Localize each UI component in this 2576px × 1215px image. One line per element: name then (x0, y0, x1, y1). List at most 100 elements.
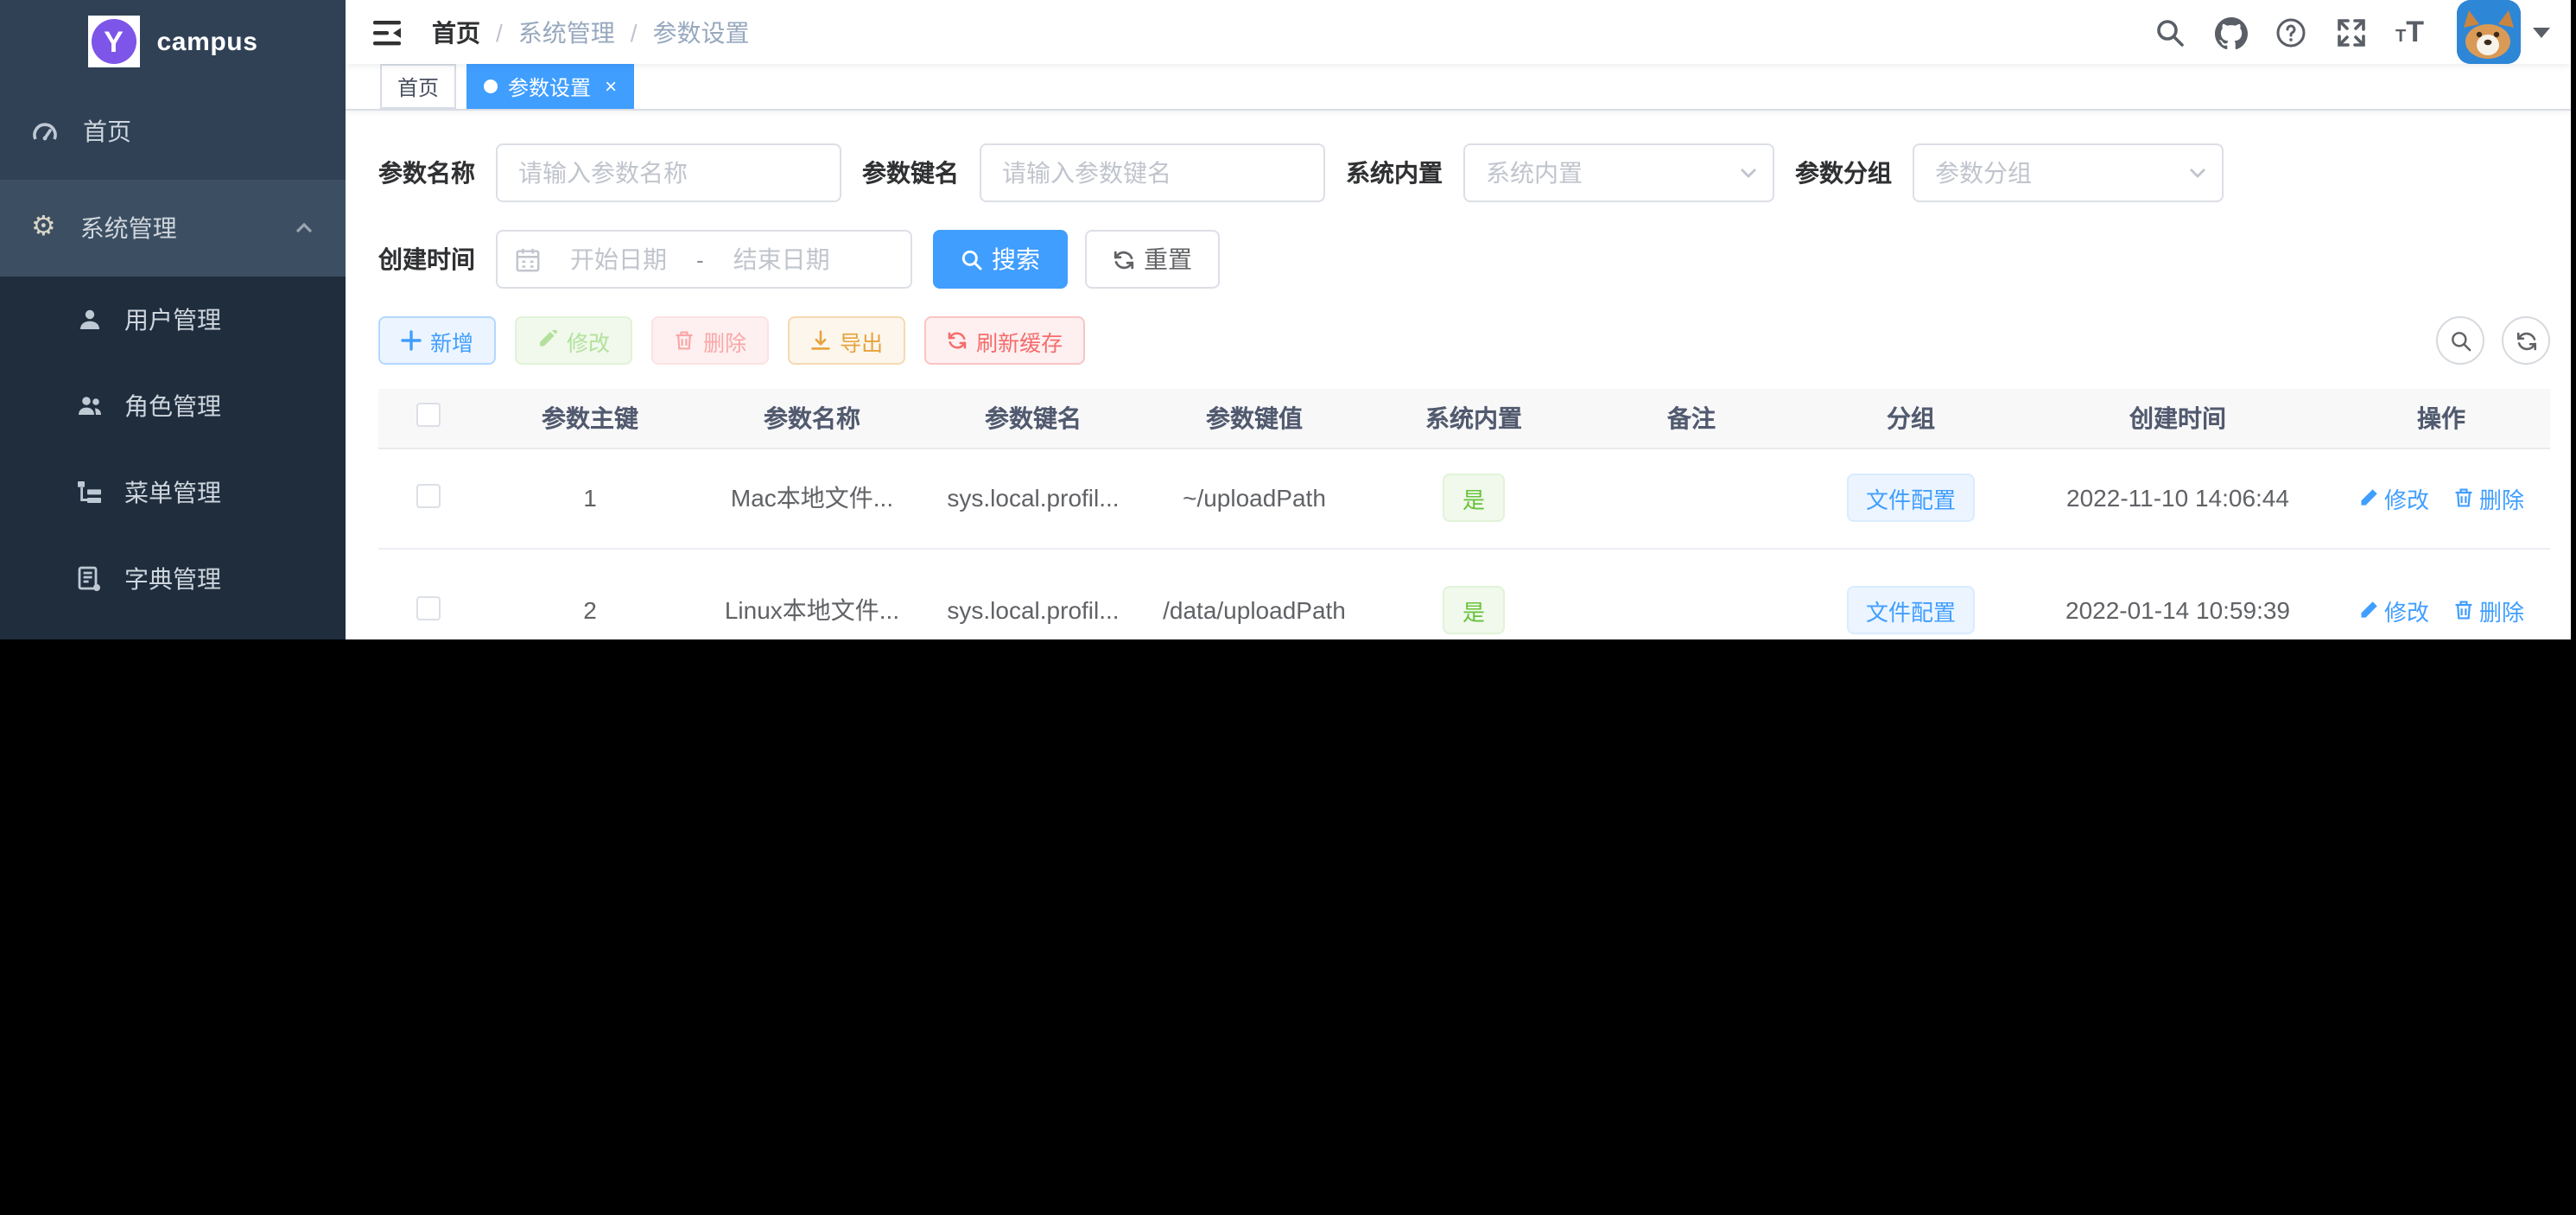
sidebar-fold-icon[interactable] (370, 15, 404, 49)
col-param-name: 参数名称 (703, 389, 921, 448)
font-size-icon[interactable]: TT (2395, 17, 2424, 47)
toggle-search-button[interactable] (2436, 316, 2484, 365)
dashboard-icon (31, 118, 59, 145)
end-date-input[interactable] (711, 245, 853, 273)
tab-home[interactable]: 首页 (380, 64, 456, 109)
sidebar-item-label: 用户管理 (124, 302, 221, 337)
edit-icon (537, 330, 558, 351)
main-area: 首页 / 系统管理 / 参数设置 (346, 0, 2571, 639)
cell-param-id: 2 (477, 548, 703, 639)
edit-button[interactable]: 修改 (515, 316, 632, 365)
builtin-label: 系统内置 (1346, 156, 1443, 190)
caret-down-icon (2533, 27, 2550, 37)
github-icon[interactable] (2214, 16, 2245, 48)
chevron-up-icon (294, 218, 314, 239)
col-param-id: 参数主键 (477, 389, 703, 448)
builtin-tag: 是 (1443, 586, 1504, 634)
header-search-icon[interactable] (2154, 16, 2185, 48)
table-header-row: 参数主键 参数名称 参数键名 参数键值 系统内置 备注 分组 创建时间 操作 (378, 389, 2550, 448)
sidebar-item-menus[interactable]: 菜单管理 (0, 449, 346, 536)
table-tools (2436, 316, 2550, 365)
export-button[interactable]: 导出 (788, 316, 905, 365)
row-delete-link[interactable]: 删除 (2453, 481, 2524, 514)
row-checkbox[interactable] (416, 595, 440, 620)
plus-icon (401, 330, 422, 351)
date-range-picker[interactable]: - (496, 230, 912, 289)
sidebar-item-users[interactable]: 用户管理 (0, 277, 346, 363)
param-key-input[interactable] (980, 143, 1325, 202)
select-all-checkbox[interactable] (416, 404, 440, 428)
table-toolbar: 新增 修改 删除 导出 (378, 316, 2550, 365)
refresh-icon (947, 330, 968, 351)
group-select-input[interactable] (1913, 143, 2224, 202)
cell-remark (1584, 448, 1799, 548)
builtin-select[interactable] (1463, 143, 1774, 202)
sidebar-item-roles[interactable]: 角色管理 (0, 363, 346, 449)
sidebar-item-system[interactable]: ⚙ 系统管理 (0, 180, 346, 277)
group-label: 参数分组 (1795, 156, 1892, 190)
col-group: 分组 (1799, 389, 2023, 448)
search-icon (961, 248, 983, 270)
params-table: 参数主键 参数名称 参数键名 参数键值 系统内置 备注 分组 创建时间 操作 (378, 389, 2550, 639)
dict-icon (76, 565, 104, 593)
start-date-input[interactable] (548, 245, 689, 273)
sidebar-item-label: 角色管理 (124, 389, 221, 423)
sidebar-submenu-system: 用户管理 角色管理 菜单管理 字典管理 (0, 277, 346, 639)
row-edit-link[interactable]: 修改 (2358, 481, 2429, 514)
sidebar-item-label: 字典管理 (124, 562, 221, 596)
row-edit-link[interactable]: 修改 (2358, 594, 2429, 627)
help-icon[interactable] (2275, 16, 2306, 48)
col-builtin: 系统内置 (1363, 389, 1584, 448)
avatar[interactable] (2457, 0, 2521, 64)
sidebar-item-home[interactable]: 首页 (0, 83, 346, 180)
col-created: 创建时间 (2023, 389, 2332, 448)
row-checkbox[interactable] (416, 483, 440, 507)
add-button[interactable]: 新增 (378, 316, 496, 365)
admin-app-window: Y campus 首页 ⚙ 系统管理 用户管理 (0, 0, 2571, 639)
gear-icon: ⚙ (31, 214, 56, 242)
col-actions: 操作 (2332, 389, 2550, 448)
cell-created: 2022-11-10 14:06:44 (2023, 448, 2332, 548)
param-name-input[interactable] (496, 143, 841, 202)
col-param-value: 参数键值 (1145, 389, 1363, 448)
reset-button[interactable]: 重置 (1085, 230, 1220, 289)
close-icon[interactable]: × (605, 76, 617, 97)
table-row: 1 Mac本地文件... sys.local.profil... ~/uploa… (378, 448, 2550, 548)
refresh-table-button[interactable] (2502, 316, 2550, 365)
delete-button[interactable]: 删除 (651, 316, 769, 365)
search-icon (2449, 329, 2471, 352)
row-delete-link[interactable]: 删除 (2453, 594, 2524, 627)
cell-actions: 修改删除 (2332, 548, 2550, 639)
cell-actions: 修改删除 (2332, 448, 2550, 548)
cell-remark (1584, 548, 1799, 639)
cell-param-key: sys.local.profil... (921, 448, 1145, 548)
param-name-label: 参数名称 (378, 156, 475, 190)
breadcrumb-system: 系统管理 (518, 15, 615, 49)
page-content: 参数名称 参数键名 系统内置 参数分组 (346, 111, 2571, 639)
navbar-actions: TT (2154, 0, 2550, 64)
tree-table-icon (76, 479, 104, 506)
create-time-label: 创建时间 (378, 242, 475, 277)
builtin-tag: 是 (1443, 474, 1504, 522)
edit-icon (2358, 600, 2379, 620)
breadcrumb: 首页 / 系统管理 / 参数设置 (432, 15, 750, 49)
download-icon (810, 330, 831, 351)
peoples-icon (76, 392, 104, 420)
refresh-icon (1113, 248, 1135, 270)
group-select[interactable] (1913, 143, 2224, 202)
date-range-separator: - (696, 246, 704, 272)
trash-icon (674, 330, 695, 351)
sidebar-item-label: 系统管理 (80, 211, 177, 245)
search-button[interactable]: 搜索 (933, 230, 1068, 289)
sidebar-item-dicts[interactable]: 字典管理 (0, 536, 346, 622)
tab-active-params[interactable]: 参数设置 × (466, 64, 634, 109)
user-icon (76, 306, 104, 334)
breadcrumb-home[interactable]: 首页 (432, 15, 480, 49)
user-menu[interactable] (2457, 0, 2550, 64)
breadcrumb-current: 参数设置 (653, 15, 750, 49)
refresh-cache-button[interactable]: 刷新缓存 (924, 316, 1085, 365)
builtin-select-input[interactable] (1463, 143, 1774, 202)
sidebar-logo[interactable]: Y campus (0, 0, 346, 83)
breadcrumb-separator: / (496, 18, 503, 46)
fullscreen-icon[interactable] (2335, 16, 2366, 48)
